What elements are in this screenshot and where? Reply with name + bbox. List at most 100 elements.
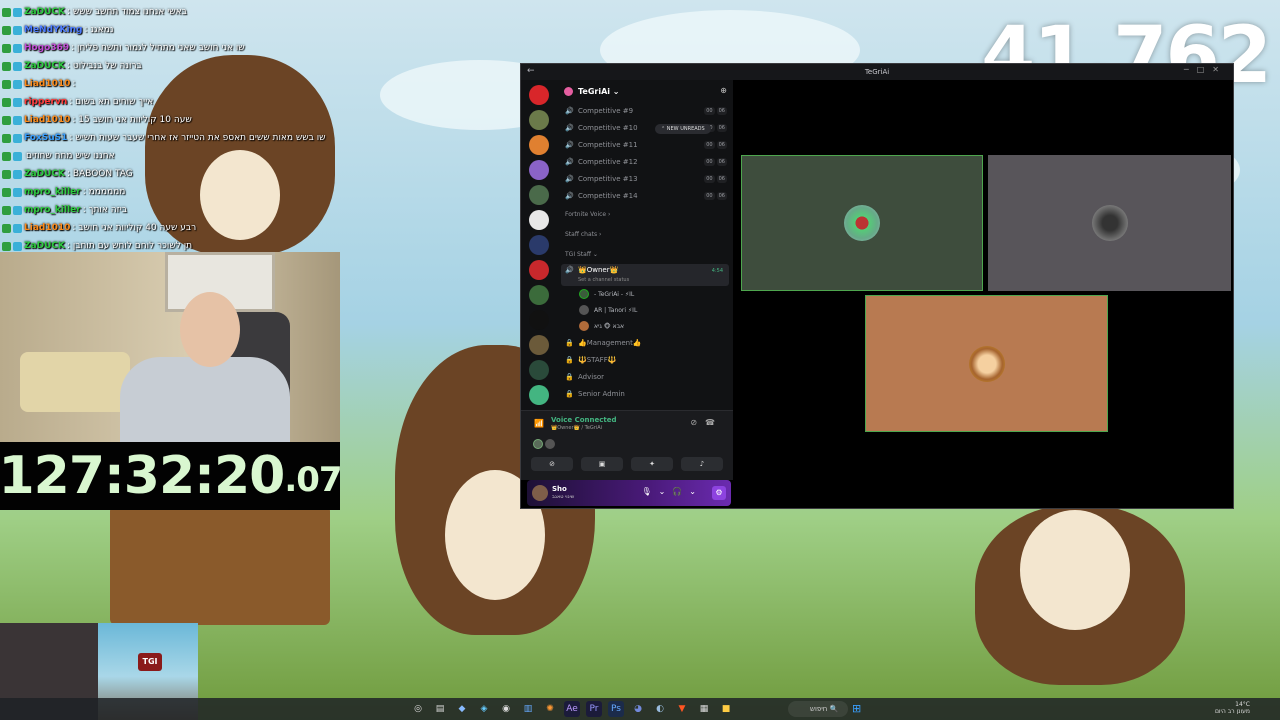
- weather-widget[interactable]: 14°C מעונן רב היום: [1215, 701, 1250, 715]
- app-icon[interactable]: ◎: [410, 701, 426, 717]
- chat-message: mpro_killer: ביזה אותך: [2, 201, 338, 219]
- badge-icon: [2, 25, 11, 35]
- server-icon[interactable]: [529, 135, 549, 155]
- mic-headset-controls[interactable]: 🎙⌄🎧⌄: [641, 487, 703, 496]
- channel-staff[interactable]: 🔒 🔱STAFF🔱: [557, 351, 733, 368]
- window-controls[interactable]: ─□✕: [1184, 65, 1227, 74]
- chat-username[interactable]: mpro_killer: [24, 183, 81, 201]
- avatar: [968, 345, 1005, 382]
- voice-tile[interactable]: [741, 155, 983, 291]
- back-arrow-icon[interactable]: ←: [527, 66, 535, 76]
- voice-member[interactable]: AR | Tanori ⚡IL: [557, 302, 733, 318]
- app-icon[interactable]: ▦: [696, 701, 712, 717]
- server-list[interactable]: [521, 80, 557, 410]
- server-icon[interactable]: [529, 385, 549, 405]
- server-header[interactable]: TeGriAi ⌄ ⊕: [557, 80, 733, 102]
- server-icon[interactable]: [529, 85, 549, 105]
- channel-competitive[interactable]: 🔊 Competitive #9 00 06: [557, 102, 733, 119]
- stream-timer: 127:32:20.07: [0, 442, 343, 510]
- server-icon[interactable]: [529, 260, 549, 280]
- category-fortnite-voice[interactable]: Fortnite Voice ›: [557, 204, 733, 224]
- chat-text: : באשי אנחנו צמוד תחשב ששש: [66, 7, 187, 17]
- avatar[interactable]: [532, 485, 548, 501]
- chat-username[interactable]: ZaDUCK: [24, 3, 65, 21]
- camera-off-button[interactable]: ⊘: [531, 457, 573, 471]
- folder-icon[interactable]: ■: [718, 701, 734, 717]
- channel-advisor[interactable]: 🔒 Advisor: [557, 368, 733, 385]
- windows-start-icon[interactable]: ⊞: [852, 702, 861, 715]
- screen-share-button[interactable]: ▣: [581, 457, 623, 471]
- channel-owner[interactable]: 🔊 👑Owner👑 Set a channel status 4:54: [561, 264, 729, 286]
- invite-icon[interactable]: ⊕: [720, 86, 727, 95]
- signal-icon[interactable]: 📶: [534, 419, 544, 428]
- chat-message: Liad1010: רבע שעה 40 קוליוות אני חושב: [2, 219, 338, 237]
- chat-username[interactable]: Liad1010: [24, 111, 70, 129]
- chat-message: rippervn: אייך שוחים תא בשום: [2, 93, 338, 111]
- lock-icon: 🔒: [565, 372, 574, 381]
- voice-tile[interactable]: [865, 295, 1108, 432]
- voice-tile[interactable]: [988, 155, 1231, 291]
- server-icon[interactable]: [529, 335, 549, 355]
- steam-icon[interactable]: ◐: [652, 701, 668, 717]
- channel-senior-admin[interactable]: 🔒 Senior Admin: [557, 385, 733, 402]
- app-icon[interactable]: ◆: [454, 701, 470, 717]
- chat-username[interactable]: Liad1010: [24, 75, 70, 93]
- server-icon[interactable]: [529, 110, 549, 130]
- chat-username[interactable]: ZaDUCK: [24, 57, 65, 75]
- user-panel[interactable]: Sho שינוי טאגב 🎙⌄🎧⌄ ⚙: [527, 480, 731, 506]
- chat-username[interactable]: ZaDUCK: [24, 165, 65, 183]
- app-icon[interactable]: ◉: [498, 701, 514, 717]
- server-icon[interactable]: [529, 210, 549, 230]
- server-icon[interactable]: [529, 160, 549, 180]
- app-icon[interactable]: Ps: [608, 701, 624, 717]
- app-icon[interactable]: ◈: [476, 701, 492, 717]
- disconnect-icon[interactable]: ⊘☎: [690, 418, 723, 427]
- category-tgi-staff[interactable]: TGI Staff ⌄: [557, 244, 733, 264]
- taskbar-apps[interactable]: ◎ ▤ ◆ ◈ ◉ ▥ ✺ Ae Pr Ps ◕ ◐ ▼ ▦ ■: [410, 701, 734, 717]
- channel-management[interactable]: 🔒 👍Management👍: [557, 334, 733, 351]
- speaker-icon: 🔊: [565, 191, 574, 200]
- server-icon[interactable]: [529, 360, 549, 380]
- category-staff-chats[interactable]: Staff chats ›: [557, 224, 733, 244]
- channel-competitive[interactable]: 🔊 Competitive #11 00 06: [557, 136, 733, 153]
- discord-icon[interactable]: ◕: [630, 701, 646, 717]
- server-icon[interactable]: [529, 310, 549, 330]
- channel-status[interactable]: Set a channel status: [578, 277, 629, 283]
- channel-competitive[interactable]: 🔊 Competitive #14 00 06: [557, 187, 733, 204]
- speaker-icon: 🔊: [565, 106, 574, 115]
- app-icon[interactable]: ▥: [520, 701, 536, 717]
- server-icon[interactable]: [529, 235, 549, 255]
- discord-window[interactable]: ← TeGriAi ─□✕ TeGriAi ⌄ ⊕ 🔊 Competitive #…: [520, 63, 1234, 509]
- user-name: Sho: [552, 485, 567, 493]
- window-title: TeGriAi: [864, 68, 890, 76]
- app-icon[interactable]: Pr: [586, 701, 602, 717]
- channel-competitive[interactable]: 🔊 Competitive #13 00 06: [557, 170, 733, 187]
- brave-icon[interactable]: ▼: [674, 701, 690, 717]
- channel-competitive[interactable]: 🔊 Competitive #12 00 06: [557, 153, 733, 170]
- voice-member[interactable]: אבא 🐵 גיא: [557, 318, 733, 334]
- app-icon[interactable]: ✺: [542, 701, 558, 717]
- chat-username[interactable]: rippervn: [24, 93, 67, 111]
- app-icon[interactable]: ▤: [432, 701, 448, 717]
- voice-channel-path[interactable]: 👑Owner👑 / TeGriAi: [551, 425, 602, 431]
- chat-message: FoxSuS1: שו בשש מאות ששים תאספ את הטייזר…: [2, 129, 338, 147]
- chat-username[interactable]: MeNdYKing: [24, 21, 82, 39]
- soundboard-button[interactable]: ♪: [681, 457, 723, 471]
- chat-username[interactable]: FoxSuS1: [24, 129, 67, 147]
- new-unreads-pill[interactable]: ⌃ NEW UNREADS: [655, 124, 711, 134]
- server-icon[interactable]: [529, 185, 549, 205]
- server-icon[interactable]: [529, 285, 549, 305]
- chat-username[interactable]: Liad1010: [24, 219, 70, 237]
- chat-username[interactable]: mpro_killer: [24, 201, 81, 219]
- speaker-icon: 🔊: [565, 266, 574, 274]
- chat-message: ZaDUCK: באשי אנחנו צמוד תחשב ששש: [2, 3, 338, 21]
- badge-icon: [2, 133, 11, 143]
- chat-username[interactable]: Hogo369: [24, 39, 69, 57]
- app-icon[interactable]: Ae: [564, 701, 580, 717]
- taskbar-search[interactable]: חיפוש 🔍: [788, 701, 848, 717]
- gear-icon[interactable]: ⚙: [712, 486, 726, 500]
- voice-member[interactable]: - TeGriAi - ⚡IL: [557, 286, 733, 302]
- badge-icon: [2, 43, 11, 53]
- activities-button[interactable]: ✦: [631, 457, 673, 471]
- channel-list[interactable]: TeGriAi ⌄ ⊕ 🔊 Competitive #9 00 06 🔊 Competit…: [557, 80, 733, 410]
